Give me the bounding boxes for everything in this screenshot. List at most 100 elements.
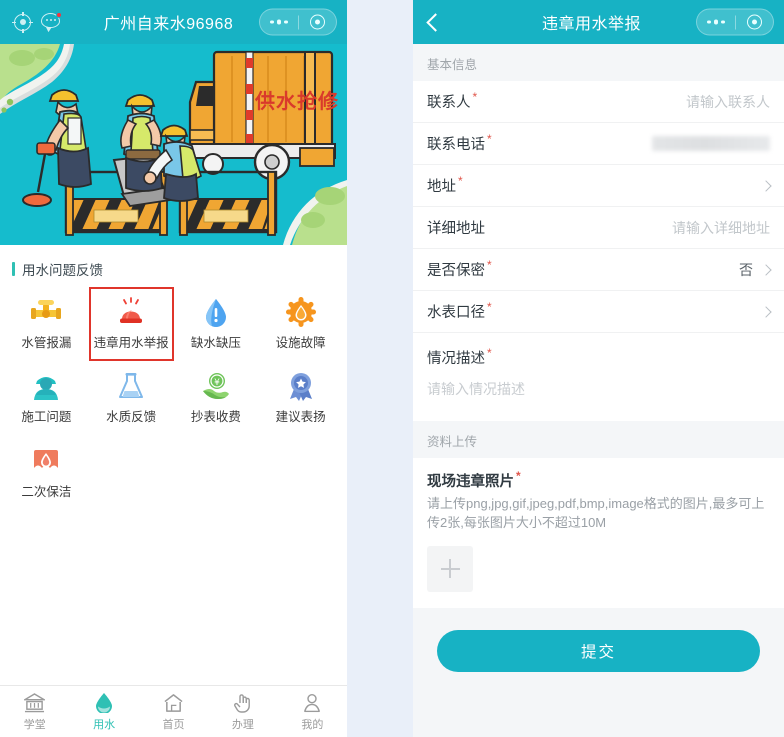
required-mark: * <box>487 132 492 146</box>
tab-xuetang[interactable]: 学堂 <box>0 692 69 732</box>
tab-yongshui[interactable]: 用水 <box>69 692 138 732</box>
section-title: 用水问题反馈 <box>22 263 103 278</box>
section-header: 用水问题反馈 <box>0 245 347 287</box>
home-icon <box>163 692 184 713</box>
required-mark: * <box>487 258 492 272</box>
right-miniprogram-capsule[interactable] <box>696 8 774 36</box>
confidential-value: 否 <box>739 261 753 278</box>
description-textarea[interactable]: 请输入情况描述 <box>413 375 784 421</box>
add-photo-button[interactable] <box>427 545 473 592</box>
tab-label: 首页 <box>162 718 185 731</box>
field-label: 详细地址 <box>427 221 485 237</box>
upload-hint: 请上传png,jpg,gif,jpeg,pdf,bmp,image格式的图片,最… <box>427 496 765 530</box>
grid-item-label: 抄表收费 <box>190 410 241 425</box>
notification-badge <box>56 11 62 18</box>
field-label: 是否保密 * <box>427 258 492 279</box>
screenshot-stage: 广州自来水96968 供水抢修 用水问题反馈 水管报漏 违章用水举报 缺水缺压 … <box>0 0 784 737</box>
grid-item-low-water-pressure[interactable]: 缺水缺压 <box>174 287 259 361</box>
detail-address-input-placeholder[interactable]: 请输入详细地址 <box>672 218 770 238</box>
required-mark: * <box>458 174 463 188</box>
svg-text:供水抢修: 供水抢修 <box>254 89 339 113</box>
field-row-contact-phone[interactable]: 联系电话 * <box>413 123 784 165</box>
field-row-meter-caliber[interactable]: 水表口径 * <box>413 291 784 333</box>
form-app-header: 违章用水举报 <box>413 0 784 44</box>
plus-icon <box>440 559 460 579</box>
flask-icon <box>114 369 148 403</box>
grid-item-label: 设施故障 <box>275 336 326 350</box>
basic-info-group-label: 基本信息 <box>413 44 784 81</box>
grid-item-label: 缺水缺压 <box>190 336 241 350</box>
field-row-confidential[interactable]: 是否保密 * 否 <box>413 249 784 291</box>
ellipsis-icon[interactable] <box>260 10 298 35</box>
tab-label: 用水 <box>93 718 116 731</box>
left-phone-screen: 广州自来水96968 供水抢修 用水问题反馈 水管报漏 违章用水举报 缺水缺压 … <box>0 0 347 737</box>
submit-button[interactable]: 提交 <box>437 629 760 672</box>
target-circle-icon[interactable] <box>736 10 774 35</box>
tab-label: 学堂 <box>23 718 46 731</box>
upload-group-label: 资料上传 <box>413 421 784 458</box>
field-label: 联系人 * <box>427 90 478 111</box>
promo-banner[interactable]: 供水抢修 <box>0 44 347 245</box>
grid-item-water-pipe-leak[interactable]: 水管报漏 <box>4 287 89 361</box>
submit-area: 提交 <box>413 608 784 672</box>
grid-item-label: 水管报漏 <box>21 336 72 350</box>
left-header-icon-group <box>12 11 62 33</box>
basic-info-card: 联系人 * 请输入联系人 联系电话 * 地址 * 详细地址 请输入详细地址 是否保密 *… <box>413 81 784 421</box>
field-row-detail-address[interactable]: 详细地址 请输入详细地址 <box>413 207 784 249</box>
grid-item-label: 建议表扬 <box>275 410 326 425</box>
grid-item-facility-fault[interactable]: 设施故障 <box>258 287 343 361</box>
left-miniprogram-capsule[interactable] <box>259 8 337 36</box>
grid-item-secondary-cleaning[interactable]: 二次保洁 <box>4 436 89 510</box>
bank-icon <box>24 692 46 713</box>
tab-label: 办理 <box>231 718 254 731</box>
chat-bubble-icon[interactable] <box>41 11 62 33</box>
grid-item-meter-reading-fee[interactable]: ¥ 抄表收费 <box>174 361 259 435</box>
tab-banli[interactable]: 办理 <box>208 692 277 732</box>
grid-item-illegal-water-report[interactable]: 违章用水举报 <box>88 287 174 362</box>
tap-hand-icon <box>233 692 253 713</box>
field-row-description-label: 情况描述 * <box>413 333 784 375</box>
section-accent-bar <box>12 262 15 276</box>
tank-clean-icon <box>29 444 63 478</box>
grid-item-label: 水质反馈 <box>106 410 157 425</box>
contact-person-input-placeholder[interactable]: 请输入联系人 <box>686 92 770 112</box>
grid-item-construction-issue[interactable]: 施工问题 <box>4 361 89 435</box>
bottom-tab-bar: 学堂 用水 首页 办理 我的 <box>0 685 347 737</box>
required-mark: * <box>516 469 521 483</box>
field-label: 情况描述 * <box>427 345 492 367</box>
contact-phone-redacted-value[interactable] <box>652 136 770 151</box>
grid-item-label: 施工问题 <box>21 410 72 425</box>
upload-card: 现场违章照片 * 请上传png,jpg,gif,jpeg,pdf,bmp,imag… <box>413 458 784 608</box>
field-row-contact-person[interactable]: 联系人 * 请输入联系人 <box>413 81 784 123</box>
field-label: 联系电话 * <box>427 132 492 153</box>
ellipsis-icon[interactable] <box>697 10 735 35</box>
right-phone-screen: 违章用水举报 基本信息 联系人 * 请输入联系人 联系电话 * 地址 * 详细地… <box>413 0 784 737</box>
water-drop-icon <box>95 692 113 713</box>
alarm-light-icon <box>114 295 148 329</box>
chevron-right-icon <box>760 305 772 318</box>
required-mark: * <box>472 90 478 104</box>
hand-coin-icon: ¥ <box>199 369 233 403</box>
target-circle-icon[interactable] <box>299 10 337 35</box>
left-app-header: 广州自来水96968 <box>0 0 347 44</box>
upload-title: 现场违章照片 * <box>427 469 521 490</box>
grid-item-water-quality-feedback[interactable]: 水质反馈 <box>89 361 174 435</box>
worker-icon <box>29 369 63 403</box>
tab-wode[interactable]: 我的 <box>278 692 347 732</box>
grid-item-suggestion-praise[interactable]: 建议表扬 <box>258 361 343 435</box>
valve-icon <box>29 295 63 329</box>
required-mark: * <box>487 300 492 314</box>
field-label: 地址 * <box>427 174 463 195</box>
tab-label: 我的 <box>301 718 324 731</box>
tab-shouye[interactable]: 首页 <box>139 692 208 732</box>
chevron-right-icon <box>760 263 772 276</box>
person-icon <box>302 692 322 713</box>
chevron-right-icon <box>760 179 772 192</box>
field-row-address[interactable]: 地址 * <box>413 165 784 207</box>
back-chevron-icon[interactable] <box>426 12 445 32</box>
grid-item-label: 二次保洁 <box>21 484 72 499</box>
water-drop-alert-icon <box>199 295 233 329</box>
target-icon[interactable] <box>12 11 33 33</box>
grid-item-label: 违章用水举报 <box>93 336 169 350</box>
ribbon-medal-icon <box>284 369 318 403</box>
